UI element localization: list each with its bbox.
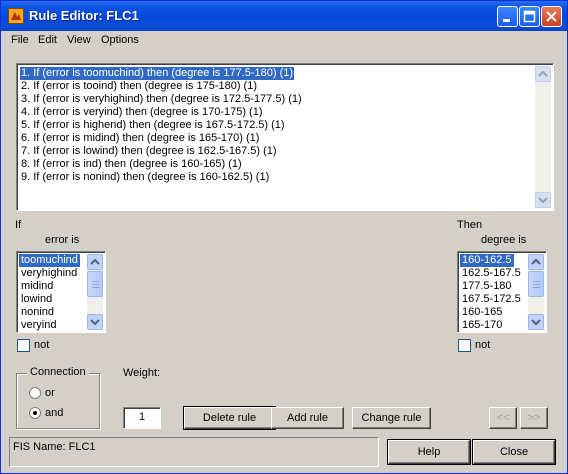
add-rule-button[interactable]: Add rule bbox=[271, 407, 344, 429]
next-button[interactable]: >> bbox=[520, 407, 548, 429]
rule-item[interactable]: 5. If (error is highend) then (degree is… bbox=[20, 119, 286, 132]
connection-group bbox=[16, 373, 100, 429]
then-option[interactable]: 165-170 bbox=[460, 319, 504, 332]
then-option[interactable]: 162.5-167.5 bbox=[460, 267, 523, 280]
minimize-button[interactable] bbox=[497, 6, 518, 27]
delete-rule-button[interactable]: Delete rule bbox=[183, 406, 276, 430]
if-not-label: not bbox=[34, 339, 50, 351]
menu-options[interactable]: Options bbox=[101, 34, 139, 46]
change-rule-button[interactable]: Change rule bbox=[352, 407, 431, 429]
scroll-down-button[interactable] bbox=[535, 192, 551, 208]
connection-or-label: or bbox=[45, 387, 55, 399]
title-bar[interactable]: Rule Editor: FLC1 bbox=[1, 1, 567, 31]
rule-item[interactable]: 9. If (error is nonind) then (degree is … bbox=[20, 171, 270, 184]
rules-scrollbar[interactable] bbox=[535, 66, 551, 208]
rule-item[interactable]: 2. If (error is tooind) then (degree is … bbox=[20, 80, 258, 93]
if-not-checkbox[interactable] bbox=[17, 339, 30, 352]
if-list-scrollbar[interactable] bbox=[87, 254, 103, 330]
then-label: Then bbox=[457, 219, 483, 231]
close-icon bbox=[546, 11, 557, 22]
rules-list[interactable]: 1. If (error is toomuchind) then (degree… bbox=[16, 63, 554, 211]
then-membership-list[interactable]: 160-162.5 162.5-167.5 177.5-180 167.5-17… bbox=[457, 251, 547, 333]
then-list-scrollbar[interactable] bbox=[528, 254, 544, 330]
close-button[interactable]: Close bbox=[472, 439, 556, 465]
connection-or-radio[interactable] bbox=[29, 387, 41, 399]
then-option[interactable]: 160-162.5 bbox=[460, 254, 514, 267]
chevron-down-icon bbox=[538, 197, 548, 204]
scroll-up-button[interactable] bbox=[535, 66, 551, 82]
scroll-down-button[interactable] bbox=[87, 314, 103, 330]
then-not-label: not bbox=[475, 339, 491, 351]
chevron-down-icon bbox=[531, 319, 541, 326]
then-option[interactable]: 167.5-172.5 bbox=[460, 293, 523, 306]
if-option[interactable]: nonind bbox=[19, 306, 56, 319]
menu-view[interactable]: View bbox=[67, 34, 91, 46]
rule-item[interactable]: 1. If (error is toomuchind) then (degree… bbox=[20, 67, 295, 80]
status-text: FIS Name: FLC1 bbox=[13, 441, 96, 453]
if-option[interactable]: midind bbox=[19, 280, 55, 293]
scroll-up-button[interactable] bbox=[87, 254, 103, 270]
if-membership-list[interactable]: toomuchind veryhighind midind lowind non… bbox=[16, 251, 106, 333]
then-not-checkbox[interactable] bbox=[458, 339, 471, 352]
matlab-icon bbox=[8, 8, 24, 24]
if-label: If bbox=[15, 219, 22, 231]
help-button[interactable]: Help bbox=[387, 439, 471, 465]
connection-and-label: and bbox=[45, 407, 64, 419]
rule-item[interactable]: 8. If (error is ind) then (degree is 160… bbox=[20, 158, 243, 171]
if-variable-label: error is bbox=[45, 234, 80, 246]
connection-title: Connection bbox=[27, 366, 89, 378]
weight-label: Weight: bbox=[123, 367, 161, 379]
chevron-up-icon bbox=[531, 258, 541, 265]
chevron-up-icon bbox=[538, 70, 548, 77]
chevron-down-icon bbox=[90, 319, 100, 326]
menu-bar: File Edit View Options bbox=[1, 31, 567, 50]
connection-and-radio[interactable] bbox=[29, 407, 41, 419]
if-option[interactable]: toomuchind bbox=[19, 254, 80, 267]
then-option[interactable]: 160-165 bbox=[460, 306, 504, 319]
scroll-thumb[interactable] bbox=[87, 271, 103, 297]
maximize-button[interactable] bbox=[519, 6, 540, 27]
rule-item[interactable]: 4. If (error is veryind) then (degree is… bbox=[20, 106, 264, 119]
menu-edit[interactable]: Edit bbox=[38, 34, 57, 46]
then-option[interactable]: 177.5-180 bbox=[460, 280, 514, 293]
rule-editor-window: Rule Editor: FLC1 File Edit View Options… bbox=[0, 0, 568, 474]
if-option[interactable]: veryhighind bbox=[19, 267, 79, 280]
previous-button[interactable]: << bbox=[489, 407, 517, 429]
maximize-icon bbox=[523, 10, 536, 23]
if-option[interactable]: lowind bbox=[19, 293, 54, 306]
menu-file[interactable]: File bbox=[11, 34, 29, 46]
status-bar: FIS Name: FLC1 bbox=[9, 437, 379, 467]
if-option[interactable]: veryind bbox=[19, 319, 58, 332]
rule-item[interactable]: 6. If (error is midind) then (degree is … bbox=[20, 132, 260, 145]
scroll-down-button[interactable] bbox=[528, 314, 544, 330]
window-title: Rule Editor: FLC1 bbox=[29, 8, 139, 23]
rule-item[interactable]: 3. If (error is veryhighind) then (degre… bbox=[20, 93, 303, 106]
minimize-icon bbox=[503, 19, 510, 22]
chevron-up-icon bbox=[90, 258, 100, 265]
then-variable-label: degree is bbox=[481, 234, 527, 246]
scroll-thumb[interactable] bbox=[528, 271, 544, 297]
weight-input[interactable]: 1 bbox=[123, 407, 161, 429]
close-window-button[interactable] bbox=[541, 6, 562, 27]
scroll-up-button[interactable] bbox=[528, 254, 544, 270]
rule-item[interactable]: 7. If (error is lowind) then (degree is … bbox=[20, 145, 278, 158]
